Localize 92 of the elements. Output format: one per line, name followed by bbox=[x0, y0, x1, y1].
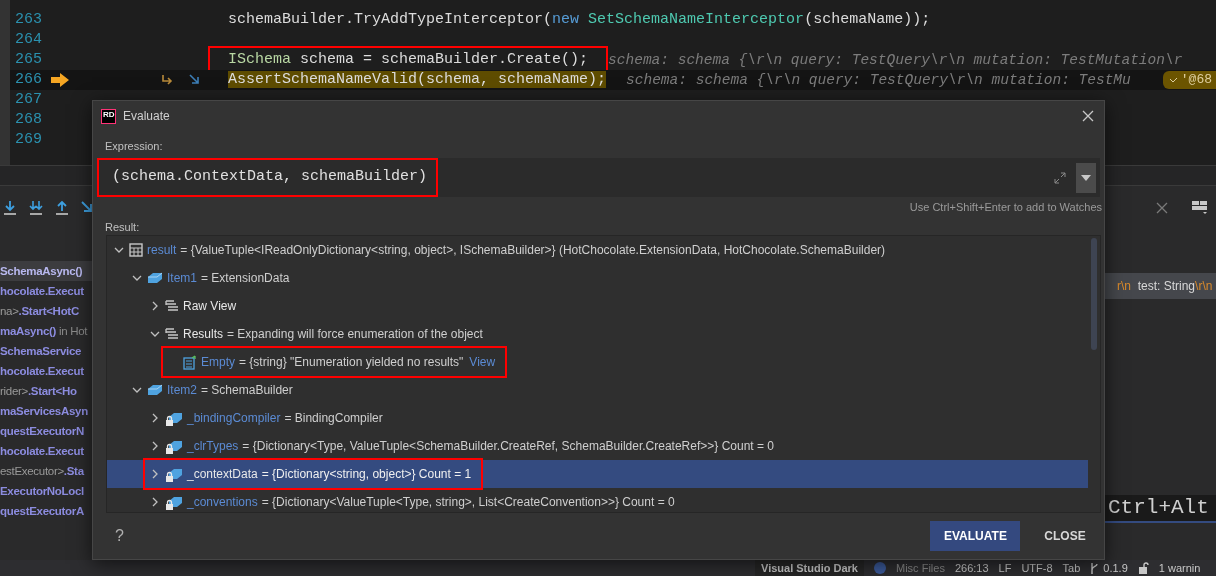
variable-name: Empty bbox=[201, 354, 235, 371]
help-icon[interactable]: ? bbox=[115, 524, 124, 548]
inline-value-hint: schema: schema {\r\n query: TestQuery\r\n mutation: TestMutation\r bbox=[608, 51, 1183, 70]
line-number: 267 bbox=[14, 90, 42, 110]
value-badge: '@68 bbox=[1162, 71, 1216, 89]
shortcut-hint: Use Ctrl+Shift+Enter to add to Watches bbox=[909, 200, 1102, 214]
close-icon[interactable] bbox=[1156, 201, 1168, 214]
line-number: 264 bbox=[14, 30, 42, 50]
variable-name: result bbox=[147, 242, 177, 259]
inline-value-hint: schema: schema {\r\n query: TestQuery\r\n mutation: TestMu bbox=[626, 71, 1131, 90]
lock-icon[interactable] bbox=[1137, 562, 1149, 574]
expand-icon[interactable] bbox=[1054, 171, 1066, 184]
line-number: 269 bbox=[14, 130, 42, 150]
watch-value: r\n test: String\r\n bbox=[1105, 273, 1216, 299]
table-icon bbox=[129, 243, 143, 257]
line-ending[interactable]: LF bbox=[998, 559, 1012, 576]
stack-frame[interactable]: estExecutor>.Sta bbox=[0, 461, 92, 481]
line-number: 265 bbox=[14, 50, 42, 70]
circle-icon bbox=[874, 562, 886, 574]
stack-frame[interactable]: rider>.Start<Ho bbox=[0, 381, 92, 401]
stack-frame[interactable]: maAsync() in Hot bbox=[0, 321, 92, 341]
variable-name: Results bbox=[183, 326, 223, 343]
locked-tag-icon bbox=[165, 410, 183, 426]
caret-position[interactable]: 266:13 bbox=[954, 559, 989, 576]
indent-mode[interactable]: Tab bbox=[1062, 559, 1081, 576]
variable-name: _conventions bbox=[187, 494, 258, 511]
result-label: Result: bbox=[105, 221, 141, 234]
variable-value: = {Dictionary<string, object>} Count = 1 bbox=[261, 466, 472, 483]
variable-name: Item1 bbox=[167, 270, 197, 287]
return-icon[interactable] bbox=[160, 73, 174, 87]
warnings-label[interactable]: 1 warnin bbox=[1158, 559, 1201, 576]
caret-down-icon bbox=[1081, 174, 1091, 181]
expression-field[interactable]: (schema.ContextData, schemaBuilder) bbox=[97, 158, 1100, 197]
dropdown-button[interactable] bbox=[1076, 162, 1096, 193]
check-icon bbox=[1168, 75, 1178, 85]
variable-name: Item2 bbox=[167, 382, 197, 399]
tag-icon bbox=[147, 384, 163, 396]
variable-value: = ExtensionData bbox=[201, 270, 290, 287]
evaluate-button[interactable]: EVALUATE bbox=[930, 521, 1020, 551]
stack-frame[interactable]: hocolate.Execut bbox=[0, 441, 92, 461]
arrow-icon bbox=[50, 73, 70, 87]
expression-label: Expression: bbox=[105, 140, 164, 153]
shortcut-hint: Ctrl+Alt bbox=[1105, 495, 1216, 523]
variable-value: = {string} "Enumeration yielded no results" bbox=[239, 354, 464, 371]
stack-frame[interactable]: hocolate.Execut bbox=[0, 361, 92, 381]
tag-icon bbox=[147, 272, 163, 284]
close-icon[interactable] bbox=[1082, 110, 1094, 122]
variable-value: = SchemaBuilder bbox=[201, 382, 293, 399]
stack-frame[interactable]: maServicesAsyn bbox=[0, 401, 92, 421]
locked-tag-icon bbox=[165, 466, 183, 482]
stack-frame[interactable]: ExecutorNoLocl bbox=[0, 481, 92, 501]
stack-frame[interactable]: SchemaService bbox=[0, 341, 92, 361]
document-icon bbox=[183, 354, 197, 370]
expression-text: (schema.ContextData, schemaBuilder) bbox=[97, 158, 439, 197]
variable-value: = Expanding will force enumeration of the object bbox=[227, 326, 483, 343]
branch-label[interactable]: 0.1.9 bbox=[1103, 559, 1128, 576]
arrow-up-icon[interactable] bbox=[54, 199, 70, 216]
layout-icon[interactable] bbox=[1192, 200, 1208, 215]
variable-name: _contextData bbox=[187, 466, 258, 483]
list-icon bbox=[165, 299, 179, 313]
scrollbar-thumb[interactable] bbox=[1091, 238, 1097, 350]
stack-frame[interactable]: SchemaAsync() bbox=[0, 261, 92, 281]
variable-name: Raw View bbox=[183, 298, 237, 315]
variable-value: = {Dictionary<ValueTuple<Type, string>, List<CreateConvention>>} Count = 0 bbox=[261, 494, 675, 511]
step-icon[interactable] bbox=[188, 73, 202, 87]
theme-label[interactable]: Visual Studio Dark bbox=[755, 560, 864, 576]
variable-name: _clrTypes bbox=[187, 438, 239, 455]
code-line: schemaBuilder.TryAddTypeInterceptor(new SetSchemaNameInterceptor(schemaName)); bbox=[227, 10, 932, 30]
close-button[interactable]: CLOSE bbox=[1030, 521, 1100, 551]
selected-row[interactable]: _contextData = {Dictionary<string, object>} Count = 1 bbox=[107, 460, 1088, 488]
list-icon bbox=[165, 327, 179, 341]
stack-frame[interactable]: na>.Start<HotC bbox=[0, 301, 92, 321]
arrow-down-icon[interactable] bbox=[2, 199, 18, 216]
variable-name: _bindingCompiler bbox=[187, 410, 281, 427]
dialog-title: Evaluate bbox=[123, 108, 170, 125]
double-arrow-down-icon[interactable] bbox=[28, 199, 44, 216]
project-label[interactable]: Misc Files bbox=[896, 559, 945, 576]
stack-frame[interactable]: questExecutorA bbox=[0, 501, 92, 521]
variable-value: = {Dictionary<Type, ValueTuple<SchemaBuilder.CreateRef, SchemaBuilder.CreateRef>>} Count = 0 bbox=[242, 438, 774, 455]
view-link[interactable]: View bbox=[469, 353, 496, 371]
variable-value: = BindingCompiler bbox=[284, 410, 383, 427]
stack-frame[interactable]: hocolate.Execut bbox=[0, 281, 92, 301]
line-number: 263 bbox=[14, 10, 42, 30]
line-number: 266 bbox=[14, 70, 42, 90]
stack-frame[interactable]: questExecutorN bbox=[0, 421, 92, 441]
line-number: 268 bbox=[14, 110, 42, 130]
locked-tag-icon bbox=[165, 494, 183, 510]
encoding[interactable]: UTF-8 bbox=[1021, 559, 1053, 576]
variable-value: = {ValueTuple<IReadOnlyDictionary<string, object>, ISchemaBuilder>} (HotChocolate.ExtensionData, HotChocolate.SchemaBuilder) bbox=[180, 242, 886, 259]
locked-tag-icon bbox=[165, 438, 183, 454]
app-logo: RD bbox=[101, 108, 116, 124]
branch-icon bbox=[1090, 562, 1100, 574]
